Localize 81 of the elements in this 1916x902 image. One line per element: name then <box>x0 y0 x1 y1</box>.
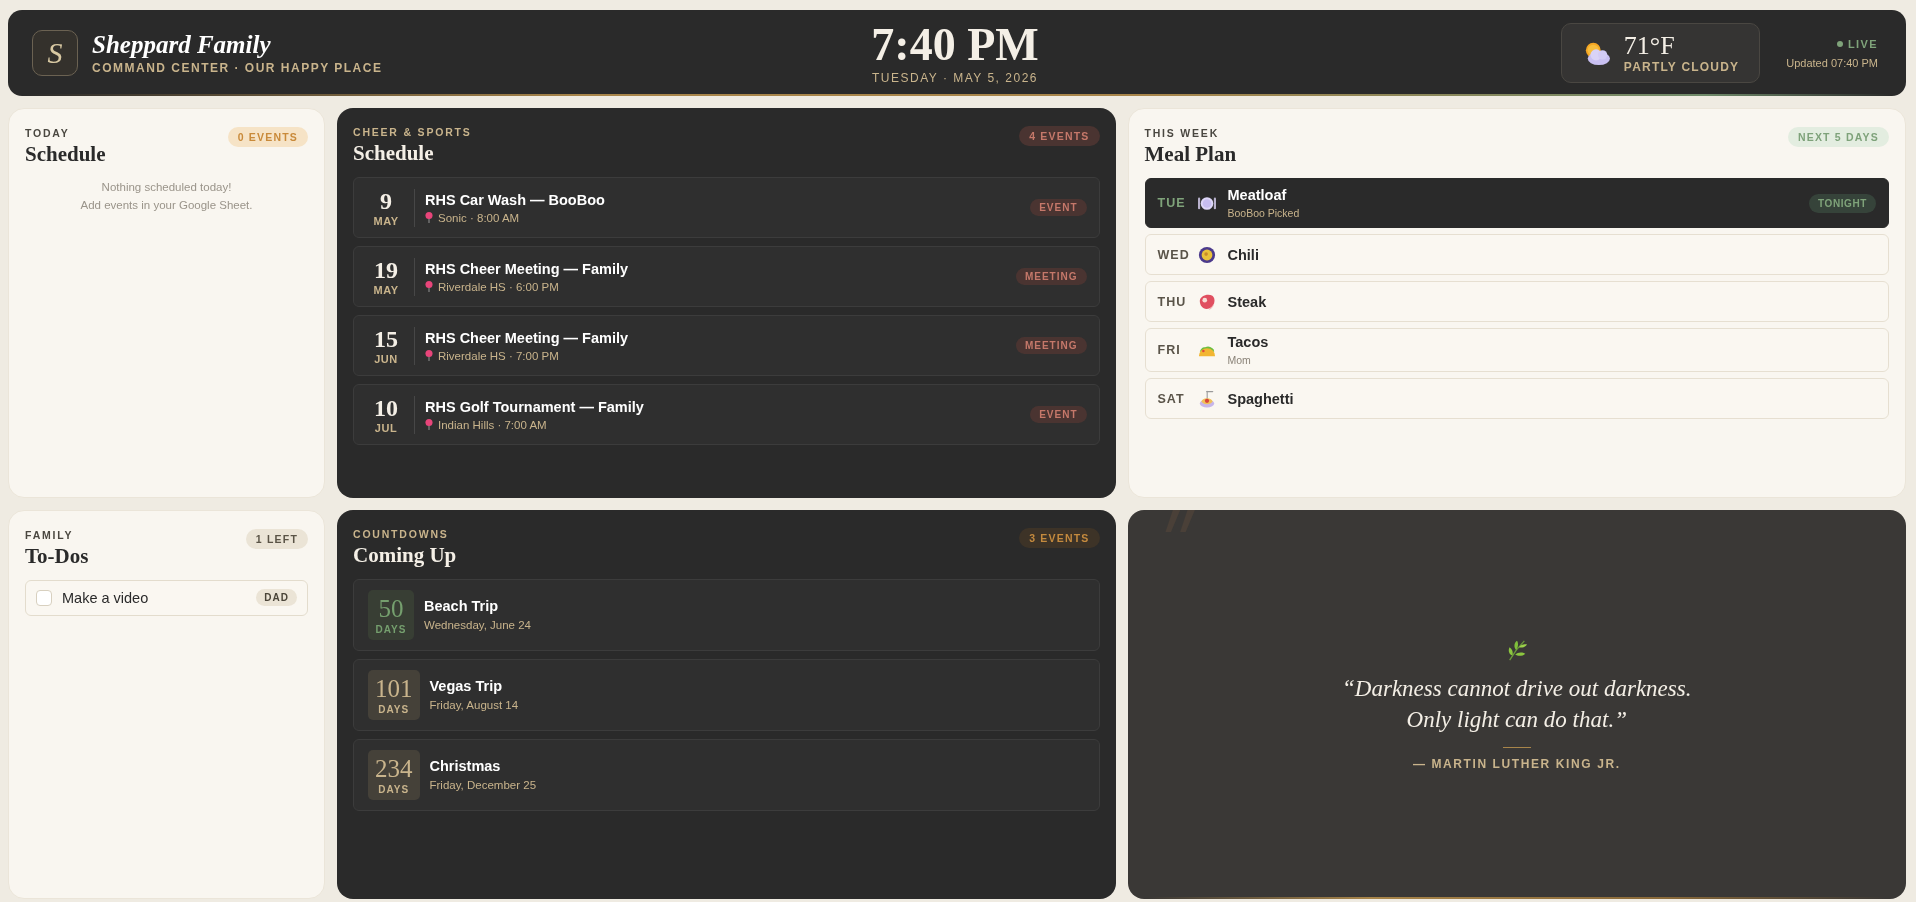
event-tag: MEETING <box>1015 268 1087 285</box>
count-badge: NEXT 5 DAYS <box>1787 127 1889 147</box>
count-badge: 3 EVENTS <box>1019 527 1100 548</box>
updated-time: Updated 07:40 PM <box>1786 56 1878 69</box>
event-day: 15 <box>366 326 406 351</box>
checkbox[interactable] <box>36 589 52 606</box>
meal-day: FRI <box>1157 343 1198 357</box>
meal-name: Spaghetti <box>1227 390 1295 407</box>
days-count: 50 <box>377 595 405 621</box>
event-title: RHS Car Wash — BooBoo <box>425 191 606 208</box>
countdown-title: Vegas Trip <box>429 678 504 694</box>
pasta-bowl-icon <box>1197 389 1216 408</box>
empty-message: Add events in your Google Sheet. <box>79 198 254 214</box>
section-label: FAMILY <box>25 528 75 541</box>
clock-date: TUESDAY · MAY 5, 2026 <box>871 70 1039 85</box>
tonight-badge: TONIGHT <box>1809 193 1876 213</box>
event-day: 19 <box>366 257 406 282</box>
event-title: RHS Golf Tournament — Family <box>425 398 645 415</box>
meal-note: BooBoo Picked <box>1227 207 1301 219</box>
meal-name: Tacos <box>1227 334 1270 350</box>
event-day: 9 <box>366 188 406 213</box>
weather-condition: PARTLY CLOUDY <box>1623 59 1740 74</box>
section-label: TODAY <box>25 127 71 139</box>
plate-cutlery-icon <box>1197 194 1216 212</box>
section-title: To-Dos <box>25 543 89 569</box>
event-day: 10 <box>366 395 406 420</box>
temperature: 71°F <box>1623 32 1676 60</box>
bowl-icon <box>1197 245 1216 264</box>
countdown-date: Friday, August 14 <box>429 699 519 711</box>
days-count: 234 <box>375 755 413 781</box>
meal-day: THU <box>1157 294 1198 309</box>
section-label: CHEER & SPORTS <box>353 126 472 138</box>
section-label: COUNTDOWNS <box>353 527 450 540</box>
live-label: LIVE <box>1847 37 1878 50</box>
logo: S <box>32 30 78 76</box>
subtitle: COMMAND CENTER · OUR HAPPY PLACE <box>92 61 383 76</box>
quote-text: “Darkness cannot drive out darkness. Only light can do that.” <box>1342 675 1692 735</box>
event-title: RHS Cheer Meeting — Family <box>425 260 630 277</box>
event-month: MAY <box>372 283 400 296</box>
days-unit: DAYS <box>375 623 407 635</box>
countdown-date: Friday, December 25 <box>429 779 537 791</box>
meal-name: Steak <box>1227 293 1268 310</box>
count-badge: 0 EVENTS <box>227 127 308 147</box>
section-title: Meal Plan <box>1144 142 1237 167</box>
meal-day: SAT <box>1157 391 1198 406</box>
todo-text: Make a video <box>62 589 150 606</box>
event-location: Sonic · 8:00 AM <box>438 211 520 224</box>
section-title: Schedule <box>353 141 435 166</box>
clock-time: 7:40 PM <box>871 21 1039 68</box>
section-title: Coming Up <box>353 542 457 568</box>
days-unit: DAYS <box>377 783 411 795</box>
family-title: Sheppard Family <box>92 30 272 59</box>
count-badge: 1 LEFT <box>245 528 308 549</box>
days-unit: DAYS <box>377 703 411 715</box>
countdown-title: Christmas <box>429 758 502 774</box>
meal-note: Mom <box>1227 354 1252 366</box>
meal-name: Meatloaf <box>1227 187 1288 203</box>
meal-name: Chili <box>1227 246 1260 263</box>
steak-icon <box>1197 292 1216 311</box>
empty-message: Nothing scheduled today! <box>100 180 233 195</box>
event-month: JUL <box>373 421 399 434</box>
event-tag: EVENT <box>1030 199 1087 216</box>
countdown-title: Beach Trip <box>424 598 500 614</box>
meal-day: WED <box>1157 247 1198 262</box>
countdown-date: Wednesday, June 24 <box>424 619 531 631</box>
event-month: JUN <box>373 352 399 365</box>
days-count: 101 <box>375 675 413 701</box>
meal-day: TUE <box>1157 196 1198 210</box>
event-tag: EVENT <box>1030 406 1087 423</box>
section-label: THIS WEEK <box>1144 127 1221 139</box>
section-title: Schedule <box>25 142 106 167</box>
event-month: MAY <box>372 214 400 227</box>
event-location: Riverdale HS · 7:00 PM <box>438 349 559 362</box>
event-location: Riverdale HS · 6:00 PM <box>438 280 559 293</box>
event-title: RHS Cheer Meeting — Family <box>425 329 630 346</box>
event-location: Indian Hills · 7:00 AM <box>438 418 547 431</box>
event-tag: MEETING <box>1015 337 1087 354</box>
assignee-badge: DAD <box>256 589 297 606</box>
count-badge: 4 EVENTS <box>1019 126 1100 146</box>
quote-author: — MARTIN LUTHER KING JR. <box>1412 757 1621 772</box>
status-dot-icon <box>1836 40 1843 47</box>
